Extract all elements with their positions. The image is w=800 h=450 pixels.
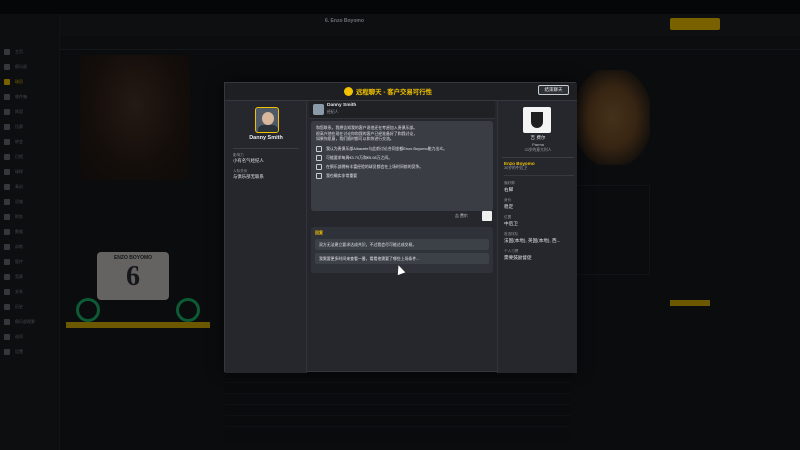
message-point: 我认为贵俱乐部Albacete与此前讨论合同金额Enzo Boyomo能力出众。 [316,145,488,152]
chat-icon [344,87,353,96]
club-panel: 吉 费尔 Parma 33岁的意大利人 Enzo Boyomo 30岁的中后卫 … [497,101,577,373]
reply-header: 回复 [315,230,323,235]
info-value: 需要鼓励督促 [504,255,532,260]
info-label: 个人习惯 [504,249,519,253]
info-value: 稳定 [504,204,514,209]
player-info: Enzo Boyomo 30岁的中后卫 偏好脚 右脚 身价 稳定 位置 中后卫 … [504,161,574,261]
reply-option[interactable]: 我需要更多时间来查看一番，看看他需要了哪些上场条件... [315,253,489,264]
info-label: 偏好脚 [504,181,515,185]
club-mini-badge [482,211,492,221]
info-label: 首选球队 [504,232,519,236]
divider [502,157,574,158]
divider [233,148,299,149]
sender-role: 经纪人 [327,110,339,114]
remote-chat-modal: 远程聊天 - 客户交易可行性 结束聊天 Danny Smith 影响力 小有名气… [224,82,577,373]
agent-avatar [255,107,279,133]
contact-rep: 33岁的意大利人 [524,148,552,152]
info-value: 法国(本地), 英国(本地), 西... [504,238,561,243]
message-point: 在俱乐部拥有丰富经验的球员都会在上场时间前的竞争。 [316,163,488,170]
agent-name[interactable]: Danny Smith [225,135,307,141]
reply-option[interactable]: 双方无法建立要求达成共识，不过我会尽可能达成交易。 [315,239,489,250]
face-shape [262,112,274,125]
document-icon [316,172,322,179]
sender-name: Danny Smith [327,103,357,108]
agent-info: 影响力 小有名气经纪人 人际关系 与俱乐部无联系 [233,153,303,180]
modal-title: 远程聊天 - 客户交易可行性 [356,89,432,96]
document-icon [316,145,322,152]
document-icon [316,154,322,161]
modal-titlebar: 远程聊天 - 客户交易可行性 结束聊天 [225,83,577,101]
signature: 吉 费尔 [455,213,468,218]
suit-shape [258,125,278,132]
sender-avatar [313,104,324,115]
divider [504,175,574,176]
info-value: 中后卫 [504,221,518,226]
agent-message: 和您联系，我想告知我的客户说他还在考虑加入贵俱乐部。 很高兴他在现在讨论你和我的… [311,121,493,211]
info-label: 身价 [504,198,512,202]
crest-shape [531,112,543,128]
player-sub: 30岁的中后卫 [504,166,528,170]
chat-header: Danny Smith 经纪人 [309,101,495,119]
info-label: 位置 [504,215,512,219]
app-window: 6. Enzo Boyomo 资料 个人 合同 历史 对比 报告 转会 发展 主… [0,0,800,450]
end-chat-button[interactable]: 结束聊天 [538,85,569,95]
document-icon [316,163,322,170]
relation-value: 与俱乐部无联系 [233,174,264,179]
info-value: 右脚 [504,187,514,192]
club-badge [523,107,551,133]
message-point: 我也确实非常重要 [316,172,488,179]
club-name[interactable]: Parma [498,142,578,147]
contact-person: 吉 费尔 [530,135,546,140]
message-point: 可能要求每周€3.70万和€5.08万之间。 [316,154,488,161]
chat-panel: Danny Smith 经纪人 和您联系，我想告知我的客户说他还在考虑加入贵俱乐… [309,101,495,373]
agent-panel: Danny Smith 影响力 小有名气经纪人 人际关系 与俱乐部无联系 [225,101,307,373]
